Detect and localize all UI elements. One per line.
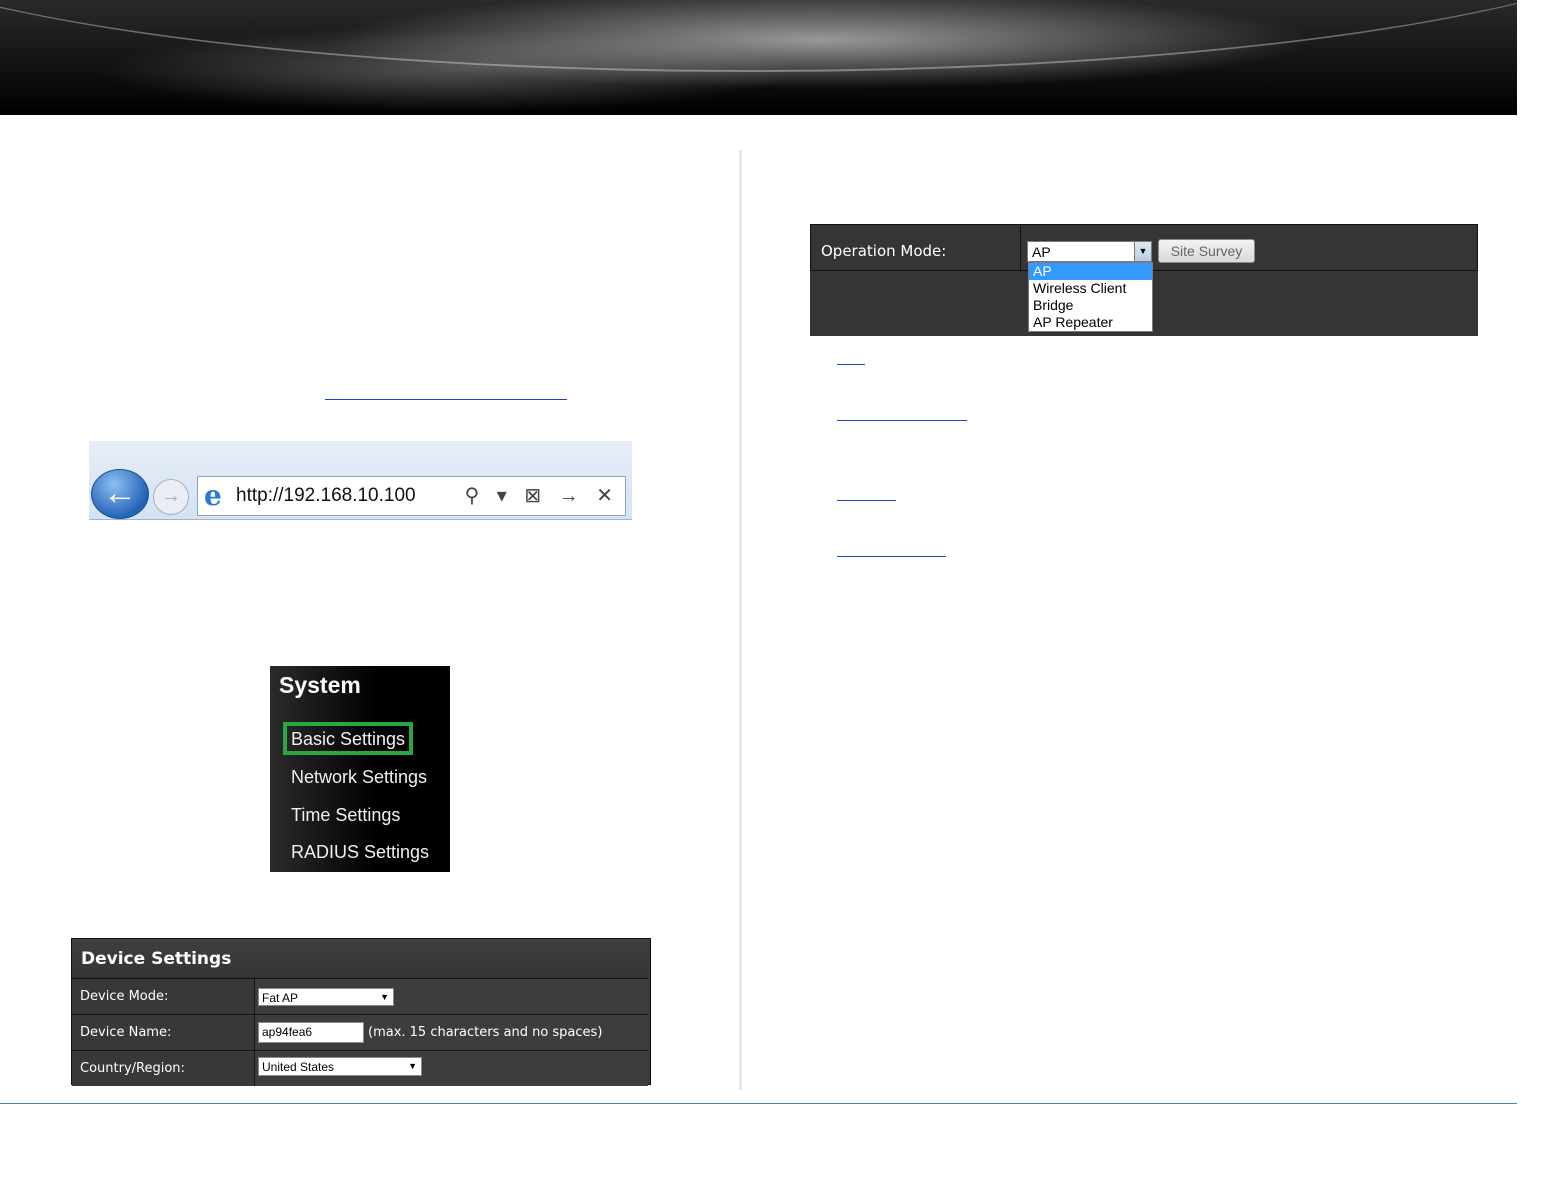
dropdown-arrow-icon[interactable]: ▼: [1134, 242, 1151, 261]
device-name-label: Device Name:: [80, 1025, 172, 1040]
country-select[interactable]: United States ▼: [258, 1057, 422, 1076]
panel-title: Device Settings: [81, 949, 232, 969]
banner-curve: [0, 0, 1517, 115]
menu-item-network-settings[interactable]: Network Settings: [291, 767, 427, 788]
operation-mode-select[interactable]: AP ▼: [1027, 241, 1152, 262]
option-bridge[interactable]: Bridge: [1029, 297, 1152, 314]
device-name-input[interactable]: ap94fea6: [258, 1022, 364, 1043]
country-label: Country/Region:: [80, 1061, 185, 1076]
link-underline[interactable]: [837, 364, 865, 365]
site-survey-button[interactable]: Site Survey: [1158, 239, 1255, 263]
dropdown-arrow-icon: ▼: [380, 992, 389, 1002]
dropdown-arrow-icon: ▼: [408, 1061, 417, 1071]
address-tools-icons[interactable]: ⚲ ▾ ⊠ → ✕: [465, 483, 619, 508]
menu-item-basic-settings[interactable]: Basic Settings: [291, 729, 405, 750]
device-mode-value: Fat AP: [262, 991, 299, 1005]
device-name-row: Device Name: ap94fea6 (max. 15 character…: [72, 1015, 648, 1051]
system-menu-title: System: [279, 672, 361, 698]
option-wireless-client[interactable]: Wireless Client: [1029, 280, 1152, 297]
country-value: United States: [262, 1060, 335, 1074]
system-menu: System Basic Settings Network Settings T…: [270, 666, 450, 872]
device-name-hint: (max. 15 characters and no spaces): [368, 1025, 603, 1040]
link-underline[interactable]: [325, 399, 567, 400]
option-ap[interactable]: AP: [1029, 263, 1152, 280]
url-text: http://192.168.10.100: [236, 485, 416, 506]
option-ap-repeater[interactable]: AP Repeater: [1029, 314, 1152, 331]
url-field[interactable]: e http://192.168.10.100 ⚲ ▾ ⊠ → ✕: [197, 476, 626, 516]
panel-header: Device Settings: [72, 939, 648, 979]
menu-item-time-settings[interactable]: Time Settings: [291, 805, 400, 826]
forward-arrow-icon[interactable]: →: [153, 479, 189, 515]
device-mode-label: Device Mode:: [80, 989, 169, 1004]
device-mode-row: Device Mode: Fat AP ▼: [72, 979, 648, 1015]
column-divider: [739, 150, 742, 1090]
operation-mode-label: Operation Mode:: [821, 242, 947, 260]
browser-address-bar: ← → e http://192.168.10.100 ⚲ ▾ ⊠ → ✕: [89, 441, 632, 520]
ie-logo-icon: e: [204, 479, 222, 512]
link-underline[interactable]: [837, 420, 967, 421]
menu-item-radius-settings[interactable]: RADIUS Settings: [291, 842, 429, 863]
country-row: Country/Region: United States ▼: [72, 1051, 648, 1086]
link-underline[interactable]: [837, 556, 946, 557]
device-settings-panel: Device Settings Device Mode: Fat AP ▼ De…: [71, 938, 651, 1086]
link-underline[interactable]: [837, 500, 896, 501]
operation-mode-value: AP: [1032, 244, 1051, 260]
back-arrow-icon[interactable]: ←: [91, 469, 149, 519]
device-mode-select[interactable]: Fat AP ▼: [258, 988, 394, 1006]
operation-mode-options: AP Wireless Client Bridge AP Repeater: [1028, 262, 1153, 332]
footer-rule: [0, 1103, 1517, 1104]
